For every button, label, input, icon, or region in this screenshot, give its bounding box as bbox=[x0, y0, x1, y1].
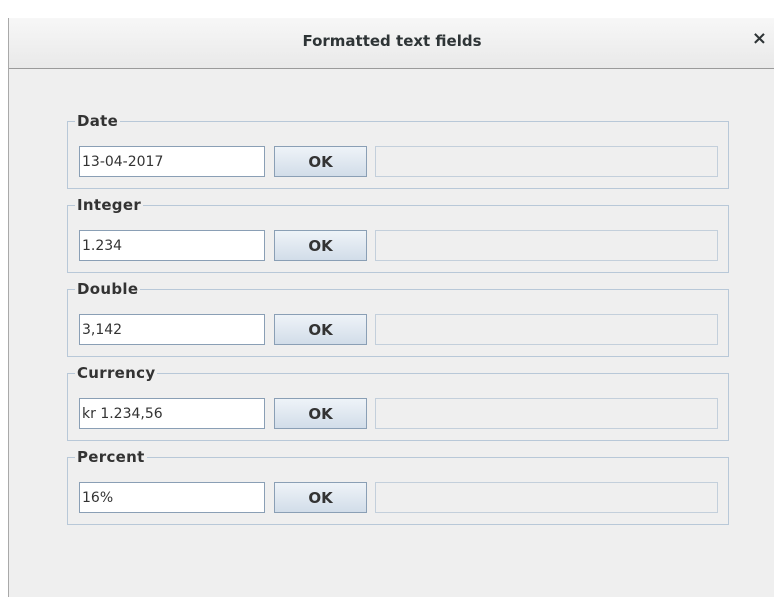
integer-ok-button[interactable]: OK bbox=[274, 230, 367, 261]
close-icon[interactable]: × bbox=[752, 29, 767, 49]
currency-group: Currency OK bbox=[67, 363, 729, 441]
title-bar[interactable]: Formatted text fields × bbox=[9, 18, 774, 69]
percent-result-field bbox=[375, 482, 718, 513]
percent-group-label: Percent bbox=[75, 447, 147, 467]
percent-ok-button[interactable]: OK bbox=[274, 482, 367, 513]
date-input[interactable] bbox=[79, 146, 265, 177]
double-ok-button[interactable]: OK bbox=[274, 314, 367, 345]
date-group-label: Date bbox=[75, 111, 121, 131]
percent-group: Percent OK bbox=[67, 447, 729, 525]
currency-result-field bbox=[375, 398, 718, 429]
date-ok-button[interactable]: OK bbox=[274, 146, 367, 177]
percent-input[interactable] bbox=[79, 482, 265, 513]
double-input[interactable] bbox=[79, 314, 265, 345]
integer-group-label: Integer bbox=[75, 195, 144, 215]
integer-result-field bbox=[375, 230, 718, 261]
double-group: Double OK bbox=[67, 279, 729, 357]
currency-ok-button[interactable]: OK bbox=[274, 398, 367, 429]
dialog-window: Formatted text fields × Date OK Integer … bbox=[8, 18, 774, 597]
window-title: Formatted text fields bbox=[302, 32, 482, 50]
date-result-field bbox=[375, 146, 718, 177]
double-group-label: Double bbox=[75, 279, 141, 299]
currency-group-label: Currency bbox=[75, 363, 158, 383]
date-group: Date OK bbox=[67, 111, 729, 189]
double-result-field bbox=[375, 314, 718, 345]
integer-input[interactable] bbox=[79, 230, 265, 261]
currency-input[interactable] bbox=[79, 398, 265, 429]
integer-group: Integer OK bbox=[67, 195, 729, 273]
